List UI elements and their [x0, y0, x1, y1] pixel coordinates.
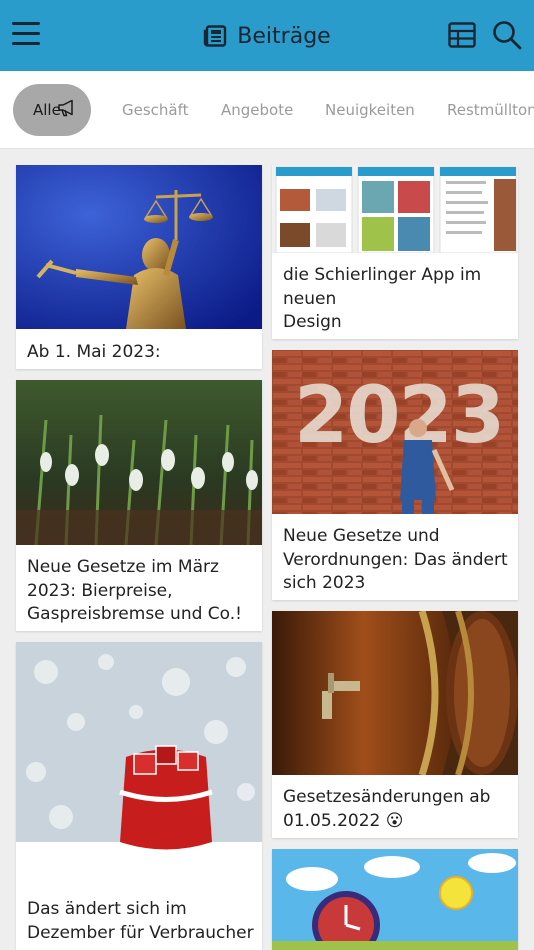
app-screenshots-image — [272, 165, 518, 253]
posts-feed: Ab 1. Mai 2023: Neue Gesetze im März 202… — [0, 150, 534, 950]
snowdrops-image — [16, 380, 262, 545]
top-app-bar: Beiträge — [0, 0, 534, 71]
megaphone-icon — [58, 99, 73, 117]
post-card[interactable]: die Schierlinger App im neuen Design — [272, 165, 518, 339]
post-card[interactable]: 2023 Neue Gesetze und Verordnungen: Das … — [272, 350, 518, 600]
search-icon[interactable] — [492, 20, 522, 50]
post-caption: Gesetzesänderungen ab 01.05.2022 😮 — [283, 787, 491, 831]
tab-neuigkeiten[interactable]: Neuigkeiten — [325, 84, 415, 136]
grid-view-icon[interactable] — [448, 22, 476, 48]
page-title: Beiträge — [237, 23, 331, 49]
tab-angebote[interactable]: Angebote — [221, 84, 293, 136]
post-card[interactable]: Gesetzesänderungen ab 01.05.2022 😮 — [272, 611, 518, 838]
post-card[interactable]: Ab 1. Mai 2023: — [16, 165, 262, 369]
post-card[interactable]: Das ändert sich im Dezember für Verbrauc… — [16, 642, 262, 950]
post-card[interactable] — [272, 849, 518, 950]
clock-summer-time-image — [272, 849, 518, 950]
brick-wall-2023-image: 2023 — [272, 350, 518, 514]
category-tabs: Alle Geschäft Angebote Neuigkeiten Restm… — [0, 71, 534, 149]
newspaper-icon — [204, 25, 227, 47]
post-caption: Neue Gesetze im März 2023: Bierpreise, G… — [27, 557, 242, 624]
svg-text:2023: 2023 — [294, 371, 503, 461]
justice-statue-image — [16, 165, 262, 329]
tab-restmuelltonne[interactable]: Restmülltonn — [447, 84, 534, 136]
tab-alle[interactable]: Alle — [13, 84, 91, 136]
post-caption: Das ändert sich im Dezember für Verbrauc… — [27, 899, 254, 943]
post-caption: die Schierlinger App im neuen Design — [283, 265, 482, 332]
post-caption: Ab 1. Mai 2023: — [27, 342, 161, 362]
post-caption: Neue Gesetze und Verordnungen: Das änder… — [283, 526, 508, 593]
christmas-sack-image — [16, 642, 262, 864]
post-card[interactable]: Neue Gesetze im März 2023: Bierpreise, G… — [16, 380, 262, 631]
tab-geschaeft[interactable]: Geschäft — [122, 84, 189, 136]
beer-barrel-image — [272, 611, 518, 775]
